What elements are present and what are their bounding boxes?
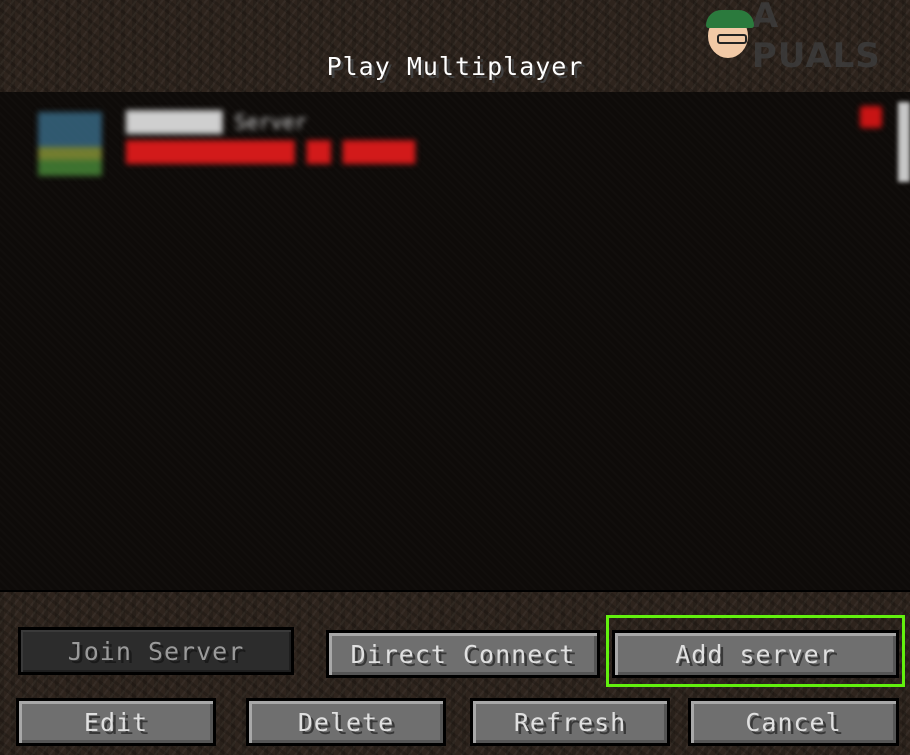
page-title: Play Multiplayer — [326, 52, 584, 81]
server-entry[interactable]: ████████ Server ██████████████ ██ ██████ — [28, 104, 888, 184]
scrollbar[interactable] — [898, 102, 910, 182]
server-icon — [38, 112, 102, 176]
server-status: ██████████████ ██ ██████ — [126, 140, 415, 164]
mascot-hat — [706, 10, 754, 28]
join-server-button[interactable]: Join Server — [18, 627, 294, 675]
server-name: ████████ Server — [126, 110, 307, 134]
edit-button[interactable]: Edit — [16, 698, 216, 746]
divider — [0, 590, 910, 592]
direct-connect-button[interactable]: Direct Connect — [326, 630, 600, 678]
delete-button[interactable]: Delete — [246, 698, 446, 746]
add-server-button[interactable]: Add server — [612, 630, 899, 678]
ping-error-icon — [860, 106, 882, 128]
server-list[interactable]: ████████ Server ██████████████ ██ ██████ — [0, 92, 910, 590]
refresh-button[interactable]: Refresh — [470, 698, 670, 746]
cancel-button[interactable]: Cancel — [688, 698, 899, 746]
mascot-glasses — [717, 34, 747, 44]
